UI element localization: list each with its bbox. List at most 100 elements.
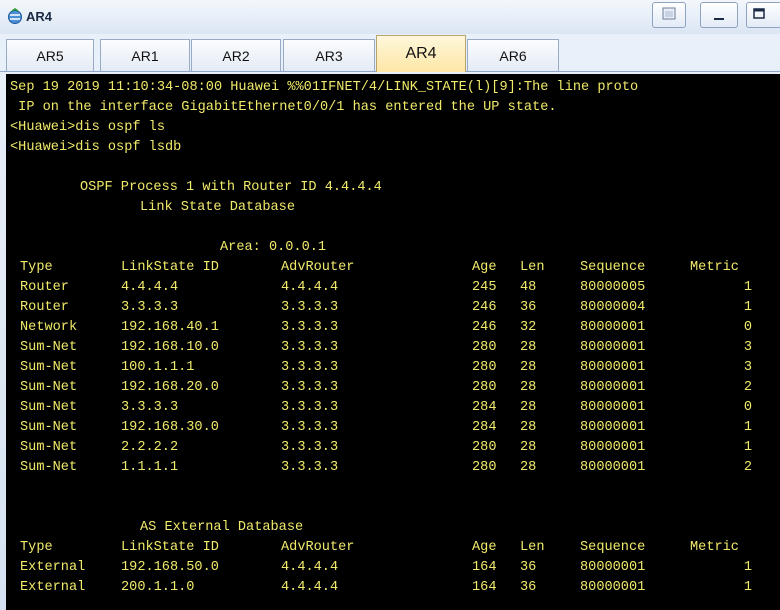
tab-label: AR1 (131, 47, 159, 64)
cell-age: 280 (472, 460, 497, 475)
tab-ar5[interactable]: AR5 (6, 39, 94, 71)
column-header-age: Age (472, 260, 497, 275)
cell-linkstate-id: 200.1.1.0 (121, 580, 195, 595)
cell-metric: 1 (743, 420, 752, 435)
cell-age: 245 (472, 280, 497, 295)
cell-len: 28 (520, 340, 537, 355)
cell-adv-router: 3.3.3.3 (281, 460, 339, 475)
cell-age: 284 (472, 420, 497, 435)
cell-len: 48 (520, 280, 537, 295)
cell-linkstate-id: 3.3.3.3 (121, 400, 179, 415)
column-header-len: Len (520, 260, 545, 275)
maximize-icon (753, 8, 765, 19)
column-header-type: Type (20, 540, 53, 555)
tab-label: AR4 (405, 45, 437, 62)
tab-ar1[interactable]: AR1 (100, 39, 190, 71)
tab-label: AR2 (222, 47, 250, 64)
cell-sequence: 80000001 (580, 560, 646, 575)
column-header-age: Age (472, 540, 497, 555)
external-db-title: AS External Database (140, 520, 304, 535)
column-header-linkstate-id: LinkState ID (121, 260, 219, 275)
cell-type: External (20, 580, 86, 595)
cell-type: Router (20, 280, 69, 295)
cell-adv-router: 3.3.3.3 (281, 340, 339, 355)
console-line: Sep 19 2019 11:10:34-08:00 Huawei %%01IF… (10, 80, 639, 95)
cell-sequence: 80000001 (580, 580, 646, 595)
cell-adv-router: 3.3.3.3 (281, 360, 339, 375)
cell-age: 280 (472, 380, 497, 395)
cell-age: 246 (472, 300, 497, 315)
cell-linkstate-id: 3.3.3.3 (121, 300, 179, 315)
cell-adv-router: 3.3.3.3 (281, 400, 339, 415)
cell-sequence: 80000001 (580, 440, 646, 455)
ospf-process-header: OSPF Process 1 with Router ID 4.4.4.4 (80, 180, 382, 195)
tab-label: AR3 (315, 47, 343, 64)
cell-metric: 2 (743, 460, 752, 475)
cell-linkstate-id: 192.168.20.0 (121, 380, 219, 395)
cell-age: 246 (472, 320, 497, 335)
tab-ar4[interactable]: AR4 (376, 35, 466, 72)
tab-ar3[interactable]: AR3 (283, 39, 375, 71)
cell-len: 28 (520, 440, 537, 455)
column-header-adv-router: AdvRouter (281, 260, 355, 275)
restore-button[interactable] (652, 2, 686, 28)
cell-sequence: 80000001 (580, 340, 646, 355)
cell-len: 28 (520, 420, 537, 435)
cell-adv-router: 3.3.3.3 (281, 380, 339, 395)
cell-type: Router (20, 300, 69, 315)
cell-type: Sum-Net (20, 340, 78, 355)
cell-sequence: 80000005 (580, 280, 646, 295)
cell-linkstate-id: 192.168.10.0 (121, 340, 219, 355)
cell-metric: 1 (743, 560, 752, 575)
cell-metric: 1 (743, 300, 752, 315)
restore-icon (662, 7, 676, 20)
cell-age: 280 (472, 340, 497, 355)
cell-type: Sum-Net (20, 420, 78, 435)
cell-type: Sum-Net (20, 360, 78, 375)
maximize-button[interactable] (746, 2, 780, 28)
lsdb-title: Link State Database (140, 200, 295, 215)
cell-len: 36 (520, 560, 537, 575)
column-header-len: Len (520, 540, 545, 555)
area-label: Area: 0.0.0.1 (220, 240, 327, 255)
tab-ar6[interactable]: AR6 (467, 39, 559, 71)
cell-age: 280 (472, 440, 497, 455)
cell-len: 28 (520, 380, 537, 395)
tab-ar2[interactable]: AR2 (191, 39, 281, 71)
column-header-type: Type (20, 260, 53, 275)
cell-metric: 1 (743, 580, 752, 595)
cell-len: 28 (520, 460, 537, 475)
router-network-icon (7, 8, 23, 24)
cell-metric: 0 (743, 400, 752, 415)
cell-len: 36 (520, 300, 537, 315)
cell-linkstate-id: 192.168.30.0 (121, 420, 219, 435)
cell-linkstate-id: 192.168.40.1 (121, 320, 219, 335)
column-header-adv-router: AdvRouter (281, 540, 355, 555)
cell-age: 280 (472, 360, 497, 375)
cell-len: 28 (520, 400, 537, 415)
cell-metric: 3 (743, 340, 752, 355)
cell-type: Network (20, 320, 78, 335)
column-header-linkstate-id: LinkState ID (121, 540, 219, 555)
cell-age: 284 (472, 400, 497, 415)
cell-type: Sum-Net (20, 400, 78, 415)
cell-linkstate-id: 4.4.4.4 (121, 280, 179, 295)
device-tab-bar: AR5 AR1 AR2 AR3 AR4 AR6 (0, 34, 780, 72)
cell-linkstate-id: 100.1.1.1 (121, 360, 195, 375)
column-header-metric: Metric (690, 540, 739, 555)
minimize-button[interactable] (700, 2, 738, 28)
terminal-console[interactable]: Sep 19 2019 11:10:34-08:00 Huawei %%01IF… (6, 74, 780, 610)
cell-type: External (20, 560, 86, 575)
cell-adv-router: 4.4.4.4 (281, 280, 339, 295)
cell-metric: 0 (743, 320, 752, 335)
title-bar[interactable]: AR4 (0, 0, 780, 34)
cell-adv-router: 4.4.4.4 (281, 560, 339, 575)
cell-metric: 2 (743, 380, 752, 395)
minimize-icon (714, 18, 724, 20)
cell-sequence: 80000001 (580, 360, 646, 375)
cell-len: 32 (520, 320, 537, 335)
cell-linkstate-id: 1.1.1.1 (121, 460, 179, 475)
cell-metric: 3 (743, 360, 752, 375)
cell-len: 28 (520, 360, 537, 375)
console-line: IP on the interface GigabitEthernet0/0/1… (10, 100, 557, 115)
